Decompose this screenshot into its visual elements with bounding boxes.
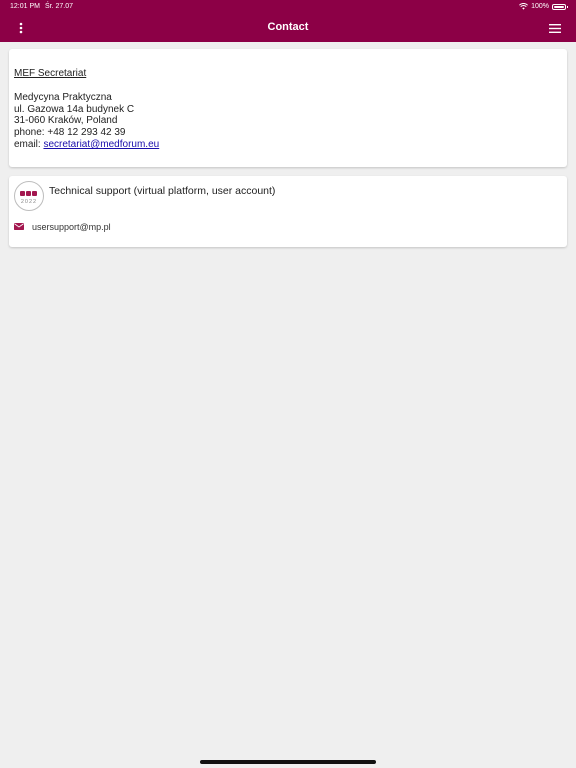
more-vertical-icon [19, 22, 23, 34]
support-title: Technical support (virtual platform, use… [49, 185, 276, 197]
status-time: 12:01 PM [10, 3, 40, 10]
organization-name: Medycyna Praktyczna [14, 91, 112, 103]
hamburger-menu-icon [549, 23, 561, 33]
status-bar: 12:01 PM Śr. 27.07 100% [0, 3, 576, 13]
support-card: 2022 Technical support (virtual platform… [9, 176, 567, 247]
app-header: 12:01 PM Śr. 27.07 100% Contact [0, 0, 576, 42]
home-indicator[interactable] [200, 760, 376, 764]
status-right: 100% [519, 3, 568, 10]
logo-mark [20, 191, 37, 196]
event-logo: 2022 [14, 181, 44, 211]
support-email-link[interactable]: usersupport@mp.pl [32, 222, 111, 232]
city-address: 31-060 Kraków, Poland [14, 115, 118, 127]
logo-year: 2022 [20, 199, 38, 205]
battery-percent: 100% [531, 3, 549, 10]
menu-button[interactable] [546, 21, 564, 35]
wifi-icon [519, 3, 529, 10]
secretariat-email-link[interactable]: secretariat@medforum.eu [43, 139, 159, 150]
secretariat-content: MEF Secretariat Medycyna Praktyczna ul. … [14, 68, 159, 151]
battery-icon [552, 3, 568, 10]
secretariat-card: MEF Secretariat Medycyna Praktyczna ul. … [9, 49, 567, 167]
page-title: Contact [267, 21, 309, 33]
status-date: Śr. 27.07 [45, 3, 74, 10]
email-label: email: [14, 138, 44, 150]
phone-number: phone: +48 12 293 42 39 [14, 127, 126, 139]
more-options-button[interactable] [12, 20, 30, 36]
email-line: email: secretariat@medforum.eu [14, 139, 159, 151]
street-address: ul. Gazowa 14a budynek C [14, 103, 135, 115]
secretariat-heading[interactable]: MEF Secretariat [14, 68, 159, 80]
mail-icon [14, 223, 24, 230]
